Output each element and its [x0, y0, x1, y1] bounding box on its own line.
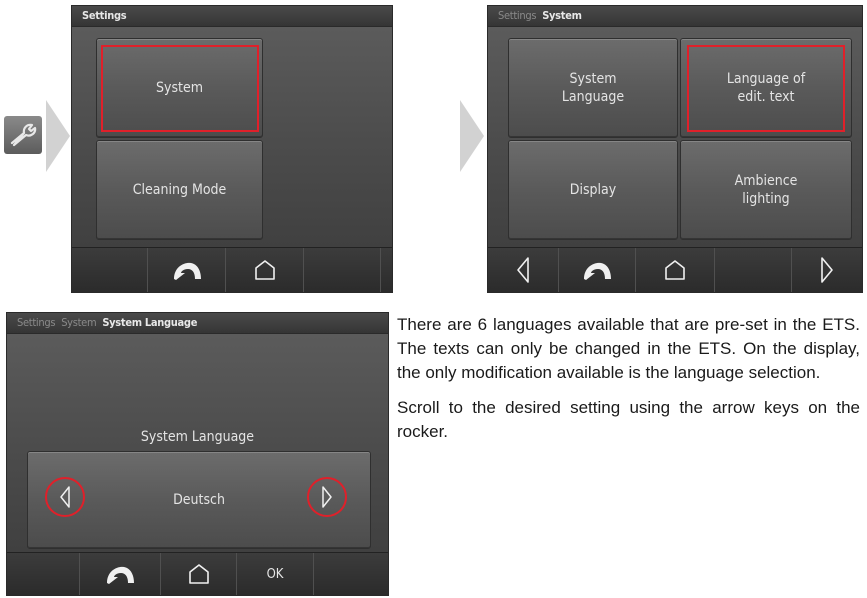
- setting-label: System Language: [140, 429, 255, 445]
- home-button[interactable]: [226, 248, 303, 292]
- back-button[interactable]: [559, 248, 635, 292]
- breadcrumb-2: System: [61, 316, 97, 329]
- ambience-lighting-tile[interactable]: Ambience lighting: [680, 140, 852, 240]
- back-button[interactable]: [148, 248, 225, 292]
- home-icon: [188, 564, 209, 584]
- nav-bar: [488, 247, 862, 292]
- screen-title: Settings System: [488, 6, 862, 27]
- back-button[interactable]: [80, 553, 160, 595]
- nav-bar: OK: [7, 552, 388, 595]
- back-arrow-icon: [173, 262, 201, 280]
- breadcrumb-current: System: [542, 9, 582, 22]
- home-button[interactable]: [636, 248, 714, 292]
- home-button[interactable]: [161, 553, 236, 595]
- system-tile[interactable]: System: [96, 38, 263, 138]
- settings-screen: Settings System Cleaning Mode: [71, 5, 393, 293]
- system-language-screen: Settings System System Language System Lan…: [6, 312, 389, 596]
- right-arrow-icon: [322, 486, 332, 508]
- ok-label: OK: [266, 566, 284, 582]
- back-arrow-icon: [584, 262, 611, 280]
- ok-button[interactable]: OK: [237, 553, 313, 595]
- tile-label: System Language: [561, 71, 625, 105]
- flow-arrow-1: [46, 100, 70, 172]
- tile-label: Ambience lighting: [734, 173, 798, 207]
- screen-title: Settings: [72, 6, 392, 27]
- display-tile[interactable]: Display: [508, 140, 678, 240]
- left-arrow-icon: [517, 257, 529, 283]
- wrench-icon: [4, 116, 42, 154]
- description-paragraph-1: There are 6 languages available that are…: [397, 315, 860, 382]
- description-paragraph-2: Scroll to the desired setting using the …: [397, 398, 860, 441]
- tile-label: Cleaning Mode: [132, 182, 227, 198]
- tile-label: System: [156, 80, 203, 96]
- breadcrumb-current: System Language: [102, 316, 198, 329]
- next-button[interactable]: [792, 248, 862, 292]
- language-of-edit-text-tile[interactable]: Language of edit. text: [680, 38, 852, 138]
- breadcrumb-parent: Settings: [498, 9, 537, 22]
- home-icon: [665, 260, 685, 280]
- selected-language: Deutsch: [173, 492, 225, 508]
- prev-button[interactable]: [488, 248, 558, 292]
- tile-label: Language of edit. text: [726, 71, 806, 105]
- cleaning-mode-tile[interactable]: Cleaning Mode: [96, 140, 263, 240]
- system-language-tile[interactable]: System Language: [508, 38, 678, 138]
- home-icon: [254, 260, 275, 280]
- tile-label: Display: [569, 182, 617, 198]
- flow-arrow-2: [460, 100, 484, 172]
- description: There are 6 languages available that are…: [397, 313, 860, 455]
- right-arrow-icon: [821, 257, 833, 283]
- screen-title: Settings System System Language: [7, 313, 388, 334]
- next-language-button[interactable]: [307, 477, 347, 517]
- nav-bar: [72, 247, 392, 292]
- system-screen: Settings System System Language Language …: [487, 5, 863, 293]
- back-arrow-icon: [107, 566, 134, 584]
- breadcrumb-1: Settings: [17, 316, 56, 329]
- left-arrow-icon: [60, 486, 70, 508]
- prev-language-button[interactable]: [45, 477, 85, 517]
